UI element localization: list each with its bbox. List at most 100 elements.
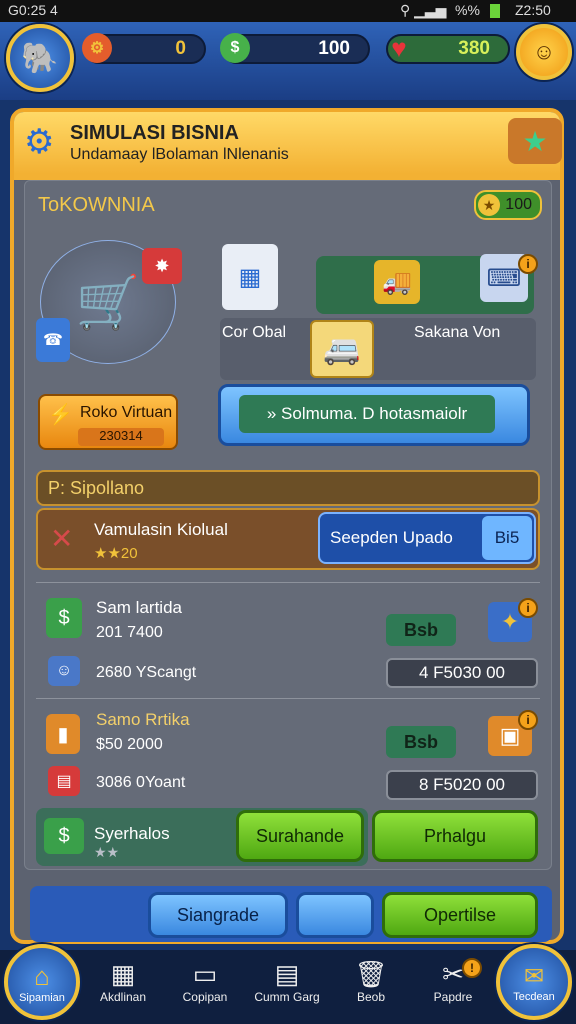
cash-icon: $	[220, 33, 250, 63]
optimize-footer-button[interactable]: Opertilse	[382, 892, 538, 938]
panel-header: ⚙ SIMULASI BISNIA Undamaay lBolaman lNle…	[14, 112, 562, 174]
nav-label: Akdlinan	[99, 990, 147, 1004]
update-button-label: Seepden Upado	[330, 528, 453, 547]
trash-icon: 🗑	[354, 958, 388, 989]
home-icon: ⌂	[34, 960, 50, 991]
nav-item-shop[interactable]: ▦ Akdlinan	[88, 958, 158, 1020]
coin-icon: ★	[478, 194, 500, 216]
hearts-counter: ♥ 380	[386, 32, 510, 64]
cash-counter: $ 100	[220, 33, 370, 64]
hearts-value: 380	[458, 38, 490, 59]
section-title: P: Sipollano	[48, 477, 145, 498]
virtual-store-value: 230314	[78, 428, 164, 446]
feedback-icon: ✉	[523, 962, 545, 990]
item-price: $50 2000	[96, 736, 163, 753]
item-name: Sam lartida	[96, 598, 182, 617]
panel-title: SIMULASI BISNIA	[70, 122, 239, 144]
lightning-icon: ⚡	[48, 404, 73, 426]
chat-button[interactable]: ☺	[516, 24, 572, 80]
mission-stars: ★★20	[94, 545, 138, 562]
chat-icon: ☺	[532, 39, 556, 64]
upgrade-footer-button[interactable]: Siangrade	[148, 892, 288, 938]
signal-icon: ⚲ ▁▃▅	[400, 2, 447, 18]
crate-icon: ▦	[110, 958, 136, 989]
virtual-store-badge[interactable]: ⚡ Roko Virtuan 230314	[38, 394, 178, 450]
gear-icon: ⚙	[24, 123, 55, 161]
info-badge: i	[518, 710, 538, 730]
nav-label: Sipamian	[19, 991, 65, 1004]
delivery-van-button[interactable]: 🚐	[310, 320, 374, 378]
mission-label: Vamulasin Kiolual	[94, 520, 228, 539]
action-button[interactable]: » Solmuma. D hotasmaiolr	[218, 384, 530, 446]
panel-subtitle: Undamaay lBolaman lNlenanis	[70, 146, 289, 163]
item-tag[interactable]: Bsb	[386, 614, 456, 646]
flag-icon: ✸	[142, 248, 182, 284]
card-right-label: Sakana Von	[414, 324, 501, 341]
nav-label: Tecdean	[513, 990, 555, 1003]
profile-button[interactable]: 🐘	[6, 24, 74, 92]
item-tag[interactable]: Bsb	[386, 726, 456, 758]
status-bar: G0:25 4 ⚲ ▁▃▅ %% Z2:50	[0, 0, 576, 22]
nav-item-trash[interactable]: 🗑 Beob	[336, 958, 406, 1020]
bottom-info-label: Syerhalos	[94, 824, 170, 843]
secondary-action-button[interactable]: Prhalgu	[372, 810, 538, 862]
nav-label: Beob	[356, 990, 386, 1004]
shop-currency-value: 100	[505, 196, 532, 213]
mission-stars-value: 20	[120, 545, 138, 562]
section-title-bar: P: Sipollano	[36, 470, 540, 506]
notification-badge: !	[462, 958, 482, 978]
item-sub: 2680 YScangt	[96, 664, 197, 681]
nav-label: Papdre	[433, 990, 473, 1004]
cat-icon: ☺	[48, 656, 80, 686]
building-icon: ▦	[222, 244, 278, 310]
phone-icon: ☎	[36, 318, 70, 362]
nav-item-feedback[interactable]: ✉ Tecdean	[496, 944, 572, 1020]
nav-label: Cumm Garg	[254, 990, 320, 1004]
coins-value: 0	[175, 38, 186, 59]
divider	[36, 582, 540, 583]
crossed-tools-icon: ✕	[50, 523, 74, 554]
shopping-cart-icon: 🛒	[75, 273, 141, 332]
status-time-right: Z2:50	[515, 2, 551, 18]
item-cost[interactable]: 8 F5020 00	[386, 770, 538, 800]
card-left-label: Cor Obal	[222, 324, 287, 341]
primary-action-button[interactable]: Surahande	[236, 810, 364, 862]
cabinet-icon: ▤	[274, 958, 300, 989]
info-badge: i	[518, 254, 538, 274]
nav-item-home[interactable]: ⌂ Sipamian	[4, 944, 80, 1020]
item-sub: 3086 0Yoant	[96, 774, 186, 791]
rating-stars: ★★	[94, 844, 120, 860]
virtual-store-label: Roko Virtuan	[80, 404, 173, 421]
heart-icon: ♥	[391, 32, 407, 63]
cash-value: 100	[318, 38, 350, 59]
status-time-left: G0:25 4	[8, 2, 58, 18]
cash-stack-icon: $	[46, 598, 82, 638]
update-count: Bi5	[482, 516, 532, 560]
blank-footer-button[interactable]	[296, 892, 374, 938]
nav-item-storage[interactable]: ▤ Cumm Garg	[252, 958, 322, 1020]
nav-label: Copipan	[182, 990, 228, 1004]
action-button-label: Solmuma. D hotasmaiolr	[281, 404, 468, 423]
mission-row: ✕ Vamulasin Kiolual ★★20 Seepden Upado B…	[36, 508, 540, 570]
monitor-icon: ▭	[192, 958, 218, 989]
divider	[36, 698, 540, 699]
info-badge: i	[518, 598, 538, 618]
item-price: 201 7400	[96, 624, 163, 641]
favorite-star-button[interactable]: ★	[508, 118, 562, 164]
action-button-inner: » Solmuma. D hotasmaiolr	[239, 395, 495, 433]
nav-item-monitor[interactable]: ▭ Copipan	[170, 958, 240, 1020]
star-icon: ★	[522, 125, 548, 157]
toolbox-icon: ▤	[48, 766, 80, 796]
item-cost[interactable]: 4 F5030 00	[386, 658, 538, 688]
truck-icon: 🚚	[374, 260, 420, 304]
coin-icon: ⚙	[82, 33, 112, 63]
van-icon: 🚐	[323, 332, 361, 366]
coins-counter: ⚙ 0	[82, 33, 206, 64]
elephant-icon: 🐘	[21, 41, 59, 75]
money-icon: $	[44, 818, 84, 854]
book-icon: ▮	[46, 714, 80, 754]
item-name: Samo Rrtika	[96, 710, 190, 729]
status-battery: %%	[455, 2, 480, 18]
double-chevron-icon: »	[266, 404, 282, 423]
shop-name: ToKOWNNIA	[38, 194, 155, 216]
